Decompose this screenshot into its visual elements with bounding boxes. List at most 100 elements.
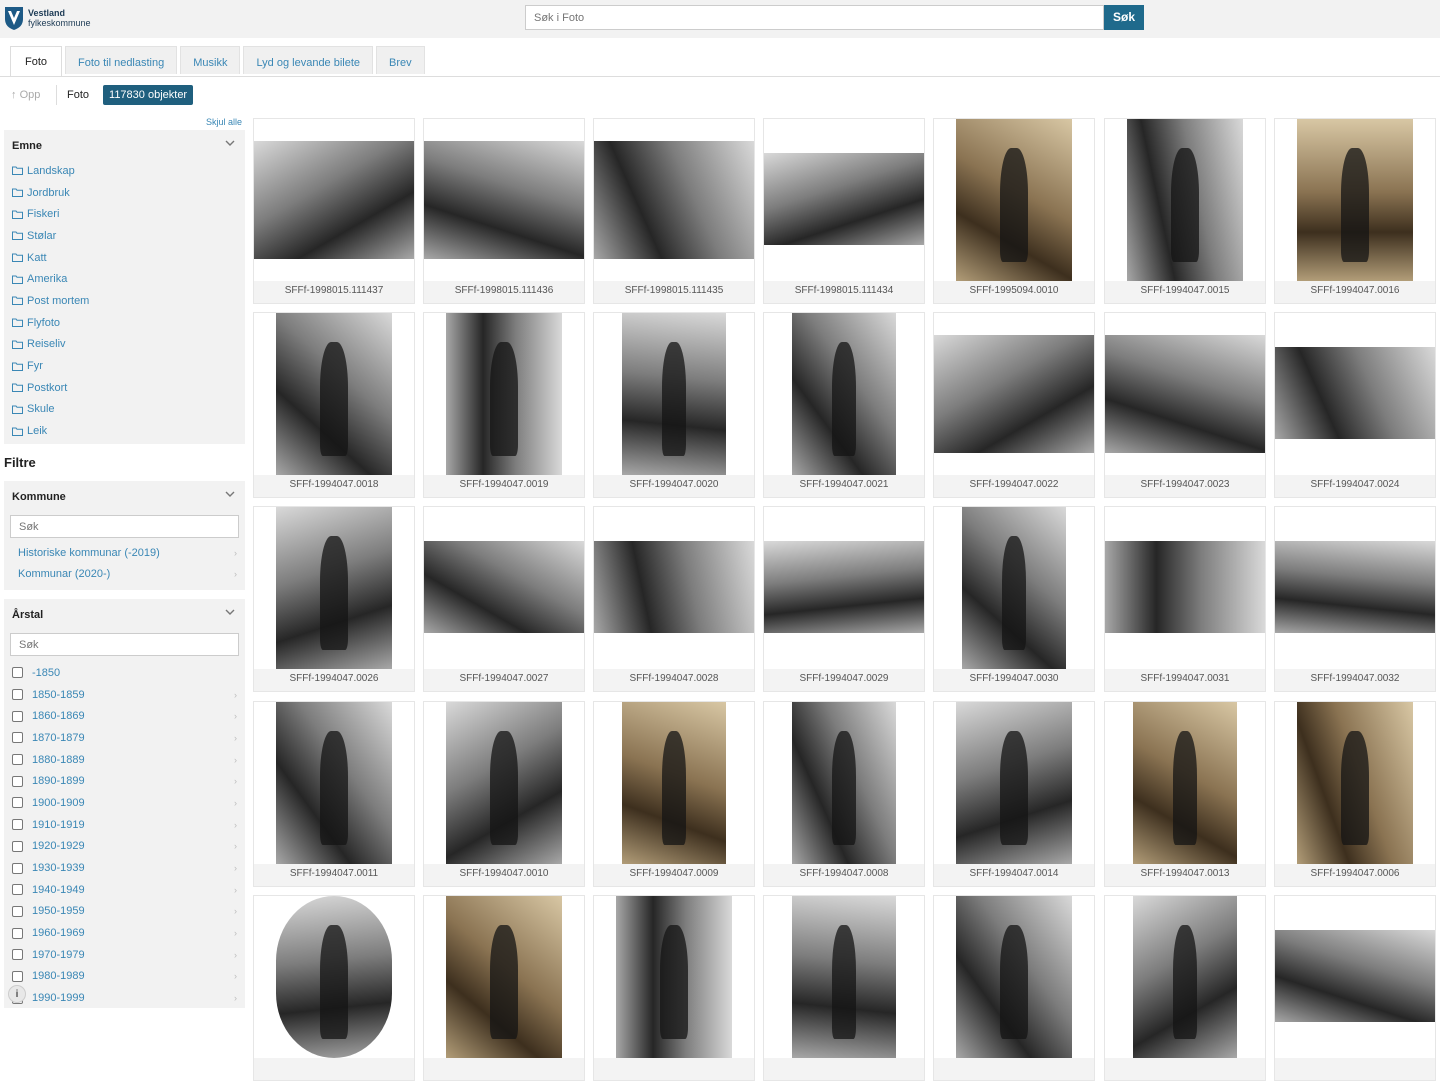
logo[interactable]: Vestland fylkeskommune <box>4 5 91 31</box>
emne-item[interactable]: Leik <box>4 420 245 442</box>
kommune-historiske[interactable]: Historiske kommunar (-2019) › <box>4 542 245 563</box>
photo-card[interactable]: SFFf-1998015.111434 <box>763 118 925 304</box>
photo-card[interactable]: SFFf-1994047.0015 <box>1104 118 1266 304</box>
photo-card[interactable]: SFFf-1994047.0022 <box>933 312 1095 498</box>
photo-card[interactable]: SFFf-1994047.0021 <box>763 312 925 498</box>
photo-card[interactable]: SFFf-1994047.0019 <box>423 312 585 498</box>
photo-card[interactable]: SFFf-1994047.0013 <box>1104 701 1266 887</box>
photo-card[interactable] <box>763 895 925 1081</box>
emne-item[interactable]: Jordbruk <box>4 182 245 204</box>
tab-foto-til-nedlasting[interactable]: Foto til nedlasting <box>65 46 178 74</box>
photo-card[interactable]: SFFf-1994047.0029 <box>763 506 925 692</box>
year-filter-item[interactable]: 1890-1899 › <box>4 770 245 792</box>
photo-card[interactable] <box>1104 895 1266 1081</box>
tab-musikk[interactable]: Musikk <box>180 46 241 74</box>
year-checkbox[interactable] <box>12 970 23 982</box>
year-filter-item[interactable]: -1850 <box>4 662 245 684</box>
photo-card[interactable]: SFFf-1994047.0018 <box>253 312 415 498</box>
year-checkbox[interactable] <box>12 689 23 701</box>
photo-card[interactable]: SFFf-1994047.0011 <box>253 701 415 887</box>
year-checkbox[interactable] <box>12 710 23 722</box>
year-filter-item[interactable]: 1860-1869 › <box>4 705 245 727</box>
emne-item[interactable]: Fyr <box>4 355 245 377</box>
tab-lyd-og-levande-bilete[interactable]: Lyd og levande bilete <box>243 46 374 74</box>
year-filter-item[interactable]: 1930-1939 › <box>4 857 245 879</box>
year-filter-item[interactable]: 1870-1879 › <box>4 727 245 749</box>
year-filter-item[interactable]: 1990-1999 › <box>4 987 245 1009</box>
kommune-panel-header[interactable]: Kommune <box>4 481 245 511</box>
photo-card[interactable] <box>1274 895 1436 1081</box>
search-input[interactable] <box>525 5 1104 30</box>
year-filter-item[interactable]: 1980-1989 › <box>4 966 245 988</box>
emne-item[interactable]: Skule <box>4 399 245 421</box>
year-checkbox[interactable] <box>12 775 23 787</box>
search-button[interactable]: Søk <box>1104 5 1144 30</box>
info-icon[interactable]: i <box>8 985 26 1003</box>
kommune-search-input[interactable] <box>10 515 239 538</box>
photo-card[interactable]: SFFf-1994047.0020 <box>593 312 755 498</box>
year-filter-item[interactable]: 1920-1929 › <box>4 836 245 858</box>
photo-card[interactable]: SFFf-1995094.0010 <box>933 118 1095 304</box>
year-filter-item[interactable]: 1960-1969 › <box>4 922 245 944</box>
photo-card[interactable]: SFFf-1994047.0010 <box>423 701 585 887</box>
year-checkbox[interactable] <box>12 927 23 939</box>
year-checkbox[interactable] <box>12 667 23 679</box>
photo-card[interactable]: SFFf-1994047.0024 <box>1274 312 1436 498</box>
year-checkbox[interactable] <box>12 840 23 852</box>
year-filter-item[interactable]: 1850-1859 › <box>4 684 245 706</box>
emne-item[interactable]: Post mortem <box>4 290 245 312</box>
photo-card[interactable]: SFFf-1994047.0032 <box>1274 506 1436 692</box>
photo-card[interactable]: SFFf-1994047.0023 <box>1104 312 1266 498</box>
photo-card[interactable] <box>933 895 1095 1081</box>
tab-brev[interactable]: Brev <box>376 46 425 74</box>
chevron-right-icon: › <box>234 841 237 852</box>
photo-card[interactable]: SFFf-1994047.0031 <box>1104 506 1266 692</box>
tab-foto[interactable]: Foto <box>10 46 63 76</box>
photo-card[interactable]: SFFf-1994047.0028 <box>593 506 755 692</box>
year-checkbox[interactable] <box>12 949 23 961</box>
photo-card[interactable]: SFFf-1998015.111437 <box>253 118 415 304</box>
year-filter-item[interactable]: 1880-1889 › <box>4 749 245 771</box>
year-checkbox[interactable] <box>12 862 23 874</box>
year-filter-item[interactable]: 1910-1919 › <box>4 814 245 836</box>
kommune-2020[interactable]: Kommunar (2020-) › <box>4 563 245 584</box>
emne-item[interactable]: Landskap <box>4 160 245 182</box>
photo-card[interactable]: SFFf-1994047.0006 <box>1274 701 1436 887</box>
emne-item[interactable]: Stølar <box>4 225 245 247</box>
emne-item[interactable]: Fiskeri <box>4 203 245 225</box>
photo-card[interactable]: SFFf-1994047.0026 <box>253 506 415 692</box>
photo-card[interactable] <box>423 895 585 1081</box>
emne-item[interactable]: Katt <box>4 247 245 269</box>
photo-card[interactable]: SFFf-1994047.0008 <box>763 701 925 887</box>
hide-all-link[interactable]: Skjul alle <box>206 117 242 127</box>
photo-card[interactable]: SFFf-1994047.0027 <box>423 506 585 692</box>
photo-card[interactable] <box>593 895 755 1081</box>
emne-panel-header[interactable]: Emne <box>4 130 245 160</box>
year-checkbox[interactable] <box>12 754 23 766</box>
year-filter-item[interactable]: 1970-1979 › <box>4 944 245 966</box>
arstal-search-input[interactable] <box>10 633 239 656</box>
year-checkbox[interactable] <box>12 884 23 896</box>
photo-card[interactable]: SFFf-1994047.0009 <box>593 701 755 887</box>
year-filter-item[interactable]: 1940-1949 › <box>4 879 245 901</box>
photo-card[interactable]: SFFf-1994047.0014 <box>933 701 1095 887</box>
emne-list: Landskap Jordbruk Fiskeri Stølar Katt Amerika… <box>4 160 245 442</box>
photo-card[interactable] <box>253 895 415 1081</box>
emne-item[interactable]: Reiseliv <box>4 334 245 356</box>
year-filter-item[interactable]: 1950-1959 › <box>4 901 245 923</box>
emne-item[interactable]: Flyfoto <box>4 312 245 334</box>
emne-item[interactable]: Amerika <box>4 268 245 290</box>
photo-card[interactable]: SFFf-1998015.111435 <box>593 118 755 304</box>
year-checkbox[interactable] <box>12 905 23 917</box>
year-filter-item[interactable]: 1900-1909 › <box>4 792 245 814</box>
photo-card[interactable]: SFFf-1994047.0016 <box>1274 118 1436 304</box>
photo-card[interactable]: SFFf-1994047.0030 <box>933 506 1095 692</box>
emne-item[interactable]: Postkort <box>4 377 245 399</box>
photo-card[interactable]: SFFf-1998015.111436 <box>423 118 585 304</box>
year-checkbox[interactable] <box>12 797 23 809</box>
photo-thumbnail <box>254 119 414 281</box>
up-button[interactable]: ↑ Opp <box>11 89 56 101</box>
arstal-panel-header[interactable]: Årstal <box>4 599 245 629</box>
year-checkbox[interactable] <box>12 819 23 831</box>
year-checkbox[interactable] <box>12 732 23 744</box>
